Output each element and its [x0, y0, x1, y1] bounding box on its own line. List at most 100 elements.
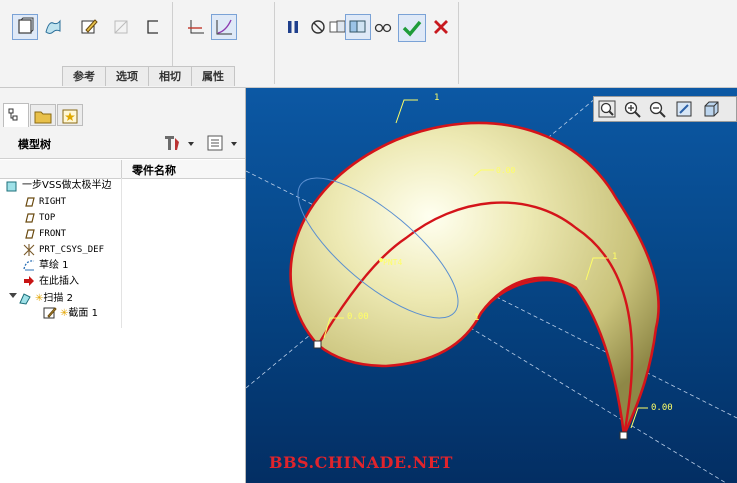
- expand-arrow-icon[interactable]: [8, 290, 18, 306]
- dimension-label-center[interactable]: 1: [474, 313, 479, 323]
- datum-plane-icon: [22, 211, 36, 225]
- show-list-icon: [207, 135, 237, 151]
- favorites-star-icon: [62, 109, 78, 124]
- model-tree-header: 模型树: [0, 128, 245, 159]
- solid-icon: [18, 17, 34, 34]
- tree-item-label: 扫描 2: [43, 293, 73, 304]
- saved-views-button[interactable]: [701, 99, 722, 119]
- tree-item-label: FRONT: [39, 229, 67, 239]
- tree-item-section[interactable]: ✳截面 1: [43, 306, 98, 322]
- point-label-pnt4[interactable]: PNT4: [383, 258, 402, 267]
- tree-item-label: TOP: [39, 213, 56, 223]
- model-tree-tab[interactable]: [3, 103, 29, 127]
- dimension-label-start[interactable]: 0.00: [347, 312, 369, 322]
- geometry-preview-button[interactable]: [345, 14, 371, 40]
- sweep-icon: [18, 291, 32, 305]
- dashboard-tab-bar: 参考 选项 相切 属性: [62, 66, 235, 86]
- glasses-icon: [374, 23, 392, 33]
- show-button[interactable]: [205, 133, 241, 153]
- insert-here-arrow-icon: [22, 274, 36, 288]
- tab-properties[interactable]: 属性: [191, 66, 235, 86]
- remove-material-button[interactable]: [108, 14, 134, 40]
- pause-button[interactable]: [280, 14, 306, 40]
- tab-references[interactable]: 参考: [62, 66, 106, 86]
- zoom-in-button[interactable]: [622, 99, 643, 119]
- zoom-in-icon: [624, 101, 641, 118]
- tree-item-label: 截面 1: [68, 308, 98, 319]
- thicken-icon: [147, 20, 158, 34]
- folder-browser-tab[interactable]: [30, 104, 56, 126]
- sweep-surface: [289, 121, 660, 440]
- watermark: BBS.CHINADE.NET: [269, 453, 453, 472]
- graphics-window[interactable]: 1 0.00 PNT4 1 0.00 1 0.00 BBS.CHINADE.NE…: [246, 88, 737, 483]
- start-point-handle: [313, 340, 322, 349]
- variable-section-icon: [216, 19, 232, 35]
- apply-button[interactable]: [398, 14, 426, 42]
- tree-item-sketch[interactable]: 草绘 1: [22, 258, 69, 274]
- tree-item-label: 草绘 1: [39, 260, 69, 271]
- tree-item-right[interactable]: RIGHT: [22, 194, 66, 210]
- sketch-icon: [22, 258, 36, 272]
- model-tree-title: 模型树: [18, 138, 51, 151]
- tree-column-header[interactable]: 零件名称: [0, 160, 245, 179]
- zoom-fit-icon: [598, 100, 616, 118]
- tree-item-insert-here[interactable]: 在此插入: [22, 274, 79, 290]
- surface-icon: [45, 19, 61, 34]
- csys-icon: [22, 243, 36, 257]
- saved-views-icon: [704, 101, 719, 117]
- datum-plane-icon: [22, 195, 36, 209]
- constant-section-icon: [188, 20, 204, 34]
- solid-sweep-button[interactable]: [12, 14, 38, 40]
- navigator-tabs: [0, 88, 245, 128]
- tools-settings-icon: [165, 136, 194, 150]
- zoom-out-icon: [649, 101, 666, 118]
- part-icon: [5, 179, 19, 193]
- dimension-leader: [395, 99, 418, 124]
- tree-item-label: RIGHT: [39, 197, 67, 207]
- datum-plane-icon: [22, 227, 36, 241]
- column-part-name: 零件名称: [132, 164, 176, 177]
- end-point-handle: [619, 431, 628, 440]
- folder-icon: [34, 111, 52, 124]
- tree-item-top[interactable]: TOP: [22, 210, 55, 226]
- tree-item-csys[interactable]: PRT_CSYS_DEF: [22, 242, 104, 258]
- sketch-pencil-icon: [81, 19, 98, 34]
- variable-section-button[interactable]: [211, 14, 237, 40]
- pause-icon: [288, 21, 298, 33]
- favorites-tab[interactable]: [57, 104, 83, 126]
- tree-item-front[interactable]: FRONT: [22, 226, 66, 242]
- section-icon: [43, 306, 57, 320]
- dimension-label-end[interactable]: 0.00: [651, 403, 673, 413]
- tree-item-label: PRT_CSYS_DEF: [39, 245, 105, 255]
- tree-item-label: 一步VSS做太极半边: [22, 180, 112, 191]
- cancel-x-icon: [434, 20, 448, 34]
- verification-preview-button[interactable]: [370, 14, 396, 40]
- tree-item-label: 在此插入: [39, 276, 79, 287]
- tree-item-part[interactable]: 一步VSS做太极半边: [5, 178, 112, 194]
- dimension-label-top[interactable]: 1: [434, 93, 439, 103]
- repaint-icon: [676, 101, 692, 117]
- checkmark-icon: [402, 20, 422, 37]
- sweep-dashboard: 参考 选项 相切 属性: [0, 0, 737, 88]
- constant-section-button[interactable]: [183, 14, 209, 40]
- repaint-button[interactable]: [674, 99, 695, 119]
- dimension-label-mid[interactable]: 0.00: [496, 166, 515, 175]
- datum-axis: [445, 312, 727, 483]
- zoom-fit-button[interactable]: [597, 99, 618, 119]
- geometry-preview-icon: [349, 20, 366, 33]
- navigator-panel: 模型树 零件名称 一步VSS做太极半边 RIGHT TOP FRONT PRT_…: [0, 88, 246, 483]
- model-tree-icon: [8, 108, 18, 121]
- remove-material-icon: [114, 20, 128, 34]
- cancel-button[interactable]: [428, 14, 454, 40]
- settings-button[interactable]: [162, 133, 198, 153]
- surface-sweep-button[interactable]: [40, 14, 66, 40]
- thicken-button[interactable]: [140, 14, 166, 40]
- model-canvas[interactable]: [246, 88, 737, 483]
- sketch-section-button[interactable]: [76, 14, 102, 40]
- tab-options[interactable]: 选项: [105, 66, 149, 86]
- tree-item-sweep[interactable]: ✳扫描 2: [8, 290, 73, 306]
- zoom-out-button[interactable]: [647, 99, 668, 119]
- tab-tangency[interactable]: 相切: [148, 66, 192, 86]
- view-toolbar: [593, 96, 737, 122]
- dimension-label-right[interactable]: 1: [612, 252, 617, 262]
